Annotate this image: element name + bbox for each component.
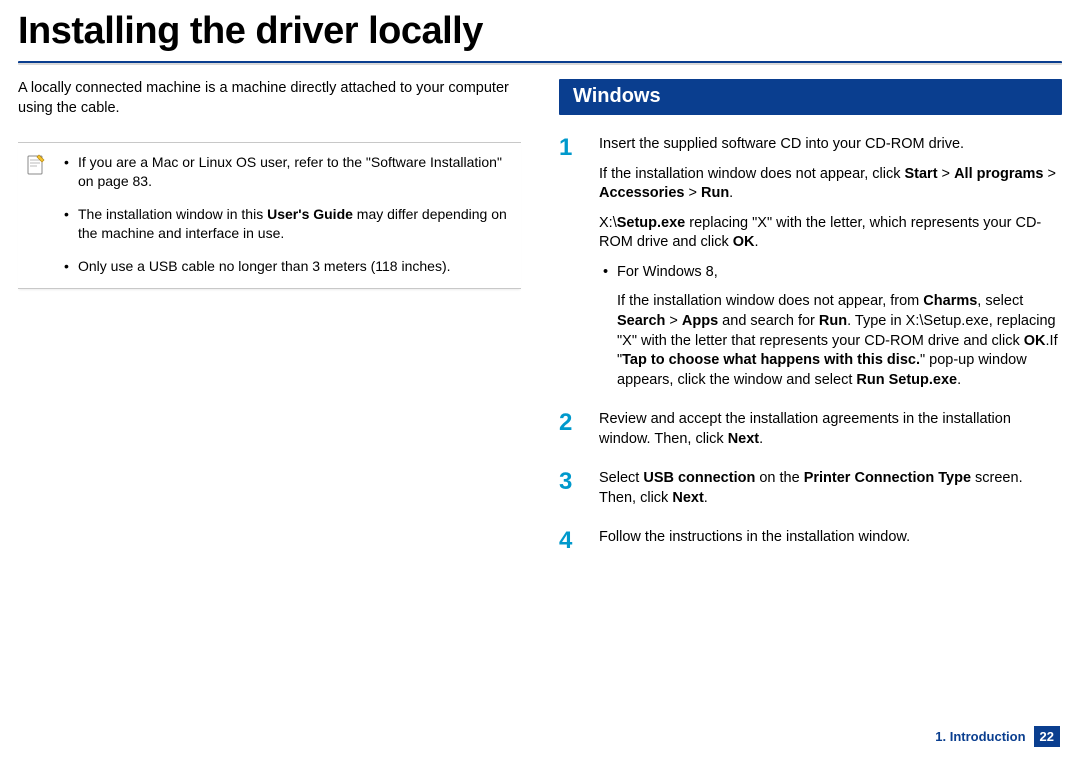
step-number: 2 <box>559 410 581 449</box>
step-number: 4 <box>559 528 581 553</box>
t: . <box>759 431 763 447</box>
b: Run <box>701 185 729 201</box>
t: > <box>665 313 682 329</box>
step-3: 3 Select USB connection on the Printer C… <box>559 469 1062 508</box>
note-text: The installation window in this <box>78 206 267 222</box>
step-text: Insert the supplied software CD into you… <box>599 135 1062 155</box>
b: Apps <box>682 313 718 329</box>
b: OK <box>733 234 755 250</box>
step-body: Review and accept the installation agree… <box>599 410 1062 449</box>
step-body: Select USB connection on the Printer Con… <box>599 469 1062 508</box>
step-text: Follow the instructions in the installat… <box>599 528 910 548</box>
t: . <box>755 234 759 250</box>
note-text: Only use a USB cable no longer than 3 me… <box>78 258 451 274</box>
t: > <box>1044 166 1057 182</box>
step-number: 3 <box>559 469 581 508</box>
title-divider <box>18 61 1062 65</box>
b: Charms <box>923 293 977 309</box>
step-number: 1 <box>559 135 581 390</box>
page-title: Installing the driver locally <box>0 0 1080 61</box>
t: Review and accept the installation agree… <box>599 411 1011 447</box>
t: on the <box>755 470 803 486</box>
t: . <box>729 185 733 201</box>
sub-bullet-body: If the installation window does not appe… <box>599 292 1062 390</box>
sub-bullet: For Windows 8, <box>599 263 1062 283</box>
step-4: 4 Follow the instructions in the install… <box>559 528 1062 553</box>
t: , select <box>977 293 1023 309</box>
b: Next <box>728 431 759 447</box>
b: Run Setup.exe <box>856 372 957 388</box>
b: Accessories <box>599 185 684 201</box>
t: X:\ <box>599 215 617 231</box>
steps-list: 1 Insert the supplied software CD into y… <box>559 135 1062 553</box>
step-text: Review and accept the installation agree… <box>599 410 1062 449</box>
left-column: A locally connected machine is a machine… <box>18 79 521 573</box>
t: If the installation window does not appe… <box>599 166 904 182</box>
step-text: If the installation window does not appe… <box>599 165 1062 204</box>
note-icon <box>24 153 48 275</box>
t: . <box>957 372 961 388</box>
section-heading-windows: Windows <box>559 79 1062 115</box>
step-text: Select USB connection on the Printer Con… <box>599 469 1062 508</box>
note-bold: User's Guide <box>267 206 353 222</box>
b: OK <box>1024 333 1046 349</box>
page-footer: 1. Introduction 22 <box>935 726 1060 747</box>
step-1: 1 Insert the supplied software CD into y… <box>559 135 1062 390</box>
page-number: 22 <box>1034 726 1060 747</box>
b: USB connection <box>643 470 755 486</box>
chapter-label: 1. Introduction <box>935 729 1025 744</box>
note-item: Only use a USB cable no longer than 3 me… <box>62 257 515 276</box>
note-list: If you are a Mac or Linux OS user, refer… <box>62 153 515 275</box>
b: All programs <box>954 166 1043 182</box>
b: Printer Connection Type <box>804 470 971 486</box>
note-item: If you are a Mac or Linux OS user, refer… <box>62 153 515 191</box>
intro-paragraph: A locally connected machine is a machine… <box>18 79 521 118</box>
t: > <box>938 166 955 182</box>
note-box: If you are a Mac or Linux OS user, refer… <box>18 142 521 288</box>
t: . <box>704 490 708 506</box>
step-2: 2 Review and accept the installation agr… <box>559 410 1062 449</box>
b: Run <box>819 313 847 329</box>
note-item: The installation window in this User's G… <box>62 205 515 243</box>
t: and search for <box>718 313 819 329</box>
t: If the installation window does not appe… <box>617 293 923 309</box>
content-columns: A locally connected machine is a machine… <box>0 79 1080 573</box>
b: Tap to choose what happens with this dis… <box>622 352 920 368</box>
t: > <box>684 185 701 201</box>
right-column: Windows 1 Insert the supplied software C… <box>559 79 1062 573</box>
step-body: Follow the instructions in the installat… <box>599 528 910 553</box>
b: Setup.exe <box>617 215 686 231</box>
b: Search <box>617 313 665 329</box>
t: Select <box>599 470 643 486</box>
b: Next <box>672 490 703 506</box>
step-body: Insert the supplied software CD into you… <box>599 135 1062 390</box>
step-text: X:\Setup.exe replacing "X" with the lett… <box>599 214 1062 253</box>
b: Start <box>904 166 937 182</box>
note-text: If you are a Mac or Linux OS user, refer… <box>78 154 502 189</box>
